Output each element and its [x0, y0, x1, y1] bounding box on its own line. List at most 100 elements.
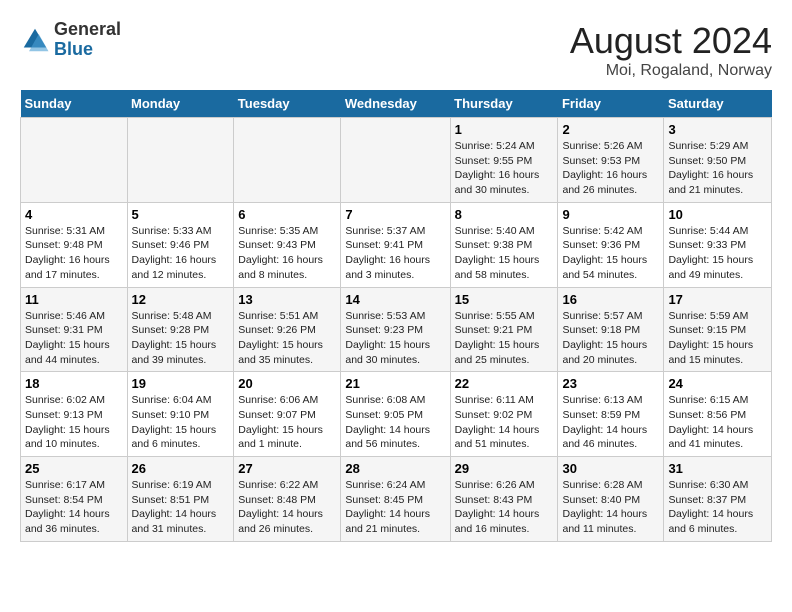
day-number: 3 — [668, 122, 767, 137]
header-sunday: Sunday — [21, 90, 128, 118]
day-info: Sunrise: 5:26 AMSunset: 9:53 PMDaylight:… — [562, 139, 659, 198]
calendar-cell: 29 Sunrise: 6:26 AMSunset: 8:43 PMDayligh… — [450, 457, 558, 542]
calendar-cell — [234, 118, 341, 203]
day-info: Sunrise: 6:22 AMSunset: 8:48 PMDaylight:… — [238, 478, 336, 537]
calendar-cell: 28 Sunrise: 6:24 AMSunset: 8:45 PMDayligh… — [341, 457, 450, 542]
day-number: 31 — [668, 461, 767, 476]
day-info: Sunrise: 5:44 AMSunset: 9:33 PMDaylight:… — [668, 224, 767, 283]
calendar-cell: 15 Sunrise: 5:55 AMSunset: 9:21 PMDayligh… — [450, 287, 558, 372]
calendar-cell: 10 Sunrise: 5:44 AMSunset: 9:33 PMDayligh… — [664, 202, 772, 287]
day-number: 5 — [132, 207, 230, 222]
day-info: Sunrise: 6:08 AMSunset: 9:05 PMDaylight:… — [345, 393, 445, 452]
calendar-cell: 2 Sunrise: 5:26 AMSunset: 9:53 PMDaylight… — [558, 118, 664, 203]
day-number: 12 — [132, 292, 230, 307]
day-number: 30 — [562, 461, 659, 476]
day-number: 17 — [668, 292, 767, 307]
day-info: Sunrise: 5:31 AMSunset: 9:48 PMDaylight:… — [25, 224, 123, 283]
calendar-cell: 6 Sunrise: 5:35 AMSunset: 9:43 PMDaylight… — [234, 202, 341, 287]
calendar-cell: 14Sunrise: 5:53 AMSunset: 9:23 PMDayligh… — [341, 287, 450, 372]
day-info: Sunrise: 6:13 AMSunset: 8:59 PMDaylight:… — [562, 393, 659, 452]
day-info: Sunrise: 5:24 AMSunset: 9:55 PMDaylight:… — [455, 139, 554, 198]
day-info: Sunrise: 6:17 AMSunset: 8:54 PMDaylight:… — [25, 478, 123, 537]
calendar-cell: 19 Sunrise: 6:04 AMSunset: 9:10 PMDayligh… — [127, 372, 234, 457]
day-info: Sunrise: 6:28 AMSunset: 8:40 PMDaylight:… — [562, 478, 659, 537]
calendar-cell: 11 Sunrise: 5:46 AMSunset: 9:31 PMDayligh… — [21, 287, 128, 372]
day-info: Sunrise: 5:35 AMSunset: 9:43 PMDaylight:… — [238, 224, 336, 283]
day-number: 19 — [132, 376, 230, 391]
day-number: 29 — [455, 461, 554, 476]
day-info: Sunrise: 6:06 AMSunset: 9:07 PMDaylight:… — [238, 393, 336, 452]
day-number: 15 — [455, 292, 554, 307]
day-number: 1 — [455, 122, 554, 137]
day-number: 7 — [345, 207, 445, 222]
calendar-cell: 12 Sunrise: 5:48 AMSunset: 9:28 PMDayligh… — [127, 287, 234, 372]
day-number: 6 — [238, 207, 336, 222]
day-info: Sunrise: 5:51 AMSunset: 9:26 PMDaylight:… — [238, 309, 336, 368]
day-number: 28 — [345, 461, 445, 476]
day-number: 10 — [668, 207, 767, 222]
day-info: Sunrise: 5:40 AMSunset: 9:38 PMDaylight:… — [455, 224, 554, 283]
day-number: 23 — [562, 376, 659, 391]
day-info: Sunrise: 5:48 AMSunset: 9:28 PMDaylight:… — [132, 309, 230, 368]
calendar-cell: 21 Sunrise: 6:08 AMSunset: 9:05 PMDayligh… — [341, 372, 450, 457]
calendar-cell: 17 Sunrise: 5:59 AMSunset: 9:15 PMDayligh… — [664, 287, 772, 372]
calendar-week-row: 11 Sunrise: 5:46 AMSunset: 9:31 PMDayligh… — [21, 287, 772, 372]
day-info: Sunrise: 6:02 AMSunset: 9:13 PMDaylight:… — [25, 393, 123, 452]
logo-icon — [20, 25, 50, 55]
calendar-week-row: 4 Sunrise: 5:31 AMSunset: 9:48 PMDaylight… — [21, 202, 772, 287]
day-number: 8 — [455, 207, 554, 222]
header-thursday: Thursday — [450, 90, 558, 118]
day-info: Sunrise: 5:55 AMSunset: 9:21 PMDaylight:… — [455, 309, 554, 368]
day-number: 24 — [668, 376, 767, 391]
day-info: Sunrise: 6:04 AMSunset: 9:10 PMDaylight:… — [132, 393, 230, 452]
calendar-cell: 30 Sunrise: 6:28 AMSunset: 8:40 PMDayligh… — [558, 457, 664, 542]
day-number: 13 — [238, 292, 336, 307]
day-number: 2 — [562, 122, 659, 137]
day-number: 4 — [25, 207, 123, 222]
day-number: 20 — [238, 376, 336, 391]
day-number: 11 — [25, 292, 123, 307]
calendar-cell: 23 Sunrise: 6:13 AMSunset: 8:59 PMDayligh… — [558, 372, 664, 457]
calendar-cell: 4 Sunrise: 5:31 AMSunset: 9:48 PMDaylight… — [21, 202, 128, 287]
day-info: Sunrise: 5:59 AMSunset: 9:15 PMDaylight:… — [668, 309, 767, 368]
calendar-cell: 18 Sunrise: 6:02 AMSunset: 9:13 PMDayligh… — [21, 372, 128, 457]
day-info: Sunrise: 5:42 AMSunset: 9:36 PMDaylight:… — [562, 224, 659, 283]
logo: General Blue — [20, 20, 121, 60]
calendar-cell: 24 Sunrise: 6:15 AMSunset: 8:56 PMDayligh… — [664, 372, 772, 457]
day-number: 27 — [238, 461, 336, 476]
logo-blue-text: Blue — [54, 40, 121, 60]
day-info: Sunrise: 6:26 AMSunset: 8:43 PMDaylight:… — [455, 478, 554, 537]
header-saturday: Saturday — [664, 90, 772, 118]
calendar-cell: 25Sunrise: 6:17 AMSunset: 8:54 PMDayligh… — [21, 457, 128, 542]
calendar-cell: 31 Sunrise: 6:30 AMSunset: 8:37 PMDayligh… — [664, 457, 772, 542]
logo-general-text: General — [54, 20, 121, 40]
day-info: Sunrise: 6:24 AMSunset: 8:45 PMDaylight:… — [345, 478, 445, 537]
day-number: 18 — [25, 376, 123, 391]
day-info: Sunrise: 6:30 AMSunset: 8:37 PMDaylight:… — [668, 478, 767, 537]
day-number: 21 — [345, 376, 445, 391]
calendar-cell: 1 Sunrise: 5:24 AMSunset: 9:55 PMDaylight… — [450, 118, 558, 203]
calendar-cell: 26Sunrise: 6:19 AMSunset: 8:51 PMDayligh… — [127, 457, 234, 542]
day-info: Sunrise: 5:29 AMSunset: 9:50 PMDaylight:… — [668, 139, 767, 198]
header-tuesday: Tuesday — [234, 90, 341, 118]
calendar-cell — [21, 118, 128, 203]
calendar-cell: 3 Sunrise: 5:29 AMSunset: 9:50 PMDaylight… — [664, 118, 772, 203]
day-info: Sunrise: 6:15 AMSunset: 8:56 PMDaylight:… — [668, 393, 767, 452]
day-info: Sunrise: 5:46 AMSunset: 9:31 PMDaylight:… — [25, 309, 123, 368]
calendar-cell — [341, 118, 450, 203]
calendar-week-row: 18 Sunrise: 6:02 AMSunset: 9:13 PMDayligh… — [21, 372, 772, 457]
day-info: Sunrise: 5:37 AMSunset: 9:41 PMDaylight:… — [345, 224, 445, 283]
calendar-cell: 27 Sunrise: 6:22 AMSunset: 8:48 PMDayligh… — [234, 457, 341, 542]
day-number: 16 — [562, 292, 659, 307]
calendar-cell — [127, 118, 234, 203]
page-subtitle: Moi, Rogaland, Norway — [570, 62, 772, 80]
calendar-week-row: 1 Sunrise: 5:24 AMSunset: 9:55 PMDaylight… — [21, 118, 772, 203]
calendar-week-row: 25Sunrise: 6:17 AMSunset: 8:54 PMDayligh… — [21, 457, 772, 542]
page-title: August 2024 — [570, 20, 772, 62]
day-info: Sunrise: 6:11 AMSunset: 9:02 PMDaylight:… — [455, 393, 554, 452]
header-wednesday: Wednesday — [341, 90, 450, 118]
header-monday: Monday — [127, 90, 234, 118]
calendar-table: SundayMondayTuesdayWednesdayThursdayFrid… — [20, 90, 772, 542]
page-header: General Blue August 2024 Moi, Rogaland, … — [20, 20, 772, 80]
day-number: 22 — [455, 376, 554, 391]
